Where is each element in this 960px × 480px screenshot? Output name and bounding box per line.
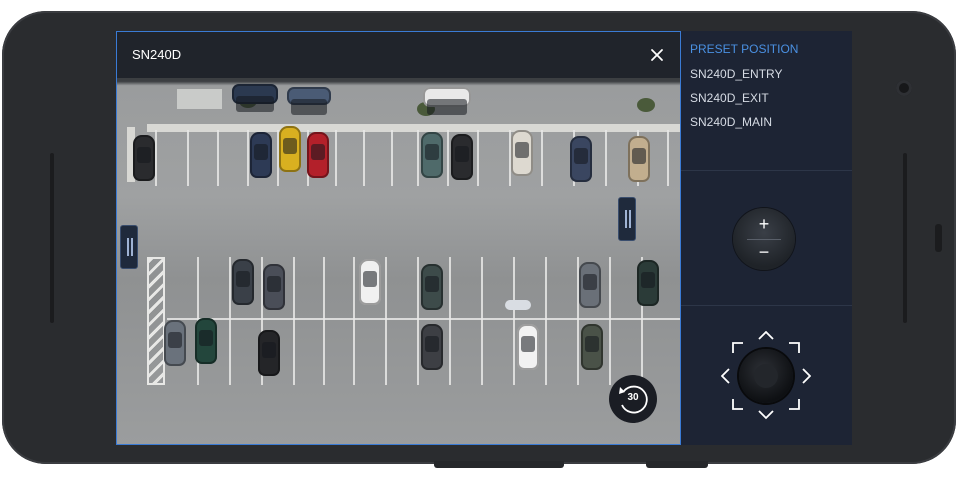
- stall-line: [541, 130, 543, 186]
- tree: [637, 98, 655, 112]
- stall-line: [247, 130, 249, 186]
- lane-line: [167, 318, 680, 320]
- stall-line: [187, 130, 189, 186]
- left-panel-handle[interactable]: [120, 225, 138, 269]
- stall-line: [417, 130, 419, 186]
- stall-line: [385, 257, 387, 385]
- stall-line: [605, 130, 607, 186]
- zoom-section: + −: [681, 171, 852, 306]
- phone-bottom-button: [434, 461, 564, 468]
- stall-line: [391, 130, 393, 186]
- phone-side-button-left: [50, 153, 54, 323]
- car: [628, 136, 650, 182]
- stall-line: [477, 130, 479, 186]
- car: [232, 259, 254, 305]
- stall-line: [545, 257, 547, 385]
- stall-line: [323, 257, 325, 385]
- car: [232, 84, 278, 112]
- car: [359, 259, 381, 305]
- stall-line: [353, 257, 355, 385]
- preset-section: PRESET POSITION SN240D_ENTRY SN240D_EXIT…: [681, 31, 852, 171]
- video-title-bar: [117, 32, 680, 78]
- app-screen: SN240D 30 PRESET POSITION SN240D_ENTRY S…: [116, 31, 852, 445]
- zoom-control: + −: [733, 208, 795, 270]
- close-icon[interactable]: [644, 42, 670, 68]
- preset-header: PRESET POSITION: [690, 42, 799, 56]
- phone-side-button-right: [903, 153, 907, 323]
- stall-line: [447, 130, 449, 186]
- phone-bottom-button-2: [646, 461, 708, 468]
- stall-line: [155, 130, 157, 186]
- car: [164, 320, 186, 366]
- stall-line: [229, 257, 231, 385]
- car: [263, 264, 285, 310]
- curb: [177, 89, 222, 109]
- car: [279, 126, 301, 172]
- control-panel: PRESET POSITION SN240D_ENTRY SN240D_EXIT…: [681, 31, 852, 445]
- phone-speaker: [935, 224, 942, 252]
- stall-line: [449, 257, 451, 385]
- rewind-label: 30: [627, 392, 639, 403]
- right-panel-handle[interactable]: [618, 197, 636, 241]
- zoom-in-button[interactable]: +: [733, 210, 795, 241]
- zoom-out-button[interactable]: −: [733, 239, 795, 270]
- ptz-joystick[interactable]: [721, 331, 811, 421]
- car: [421, 132, 443, 178]
- stall-line: [335, 130, 337, 186]
- car: [258, 330, 280, 376]
- car: [637, 260, 659, 306]
- joystick-knob[interactable]: [739, 349, 793, 403]
- car: [421, 324, 443, 370]
- stall-line: [481, 257, 483, 385]
- car: [570, 136, 592, 182]
- stall-line: [609, 257, 611, 385]
- car: [133, 135, 155, 181]
- stall-line: [293, 257, 295, 385]
- preset-item-main[interactable]: SN240D_MAIN: [690, 115, 772, 129]
- car: [250, 132, 272, 178]
- hatched-zone: [147, 257, 165, 385]
- car: [579, 262, 601, 308]
- car: [287, 87, 331, 115]
- light-pole: [505, 300, 531, 310]
- camera-title: SN240D: [132, 47, 182, 62]
- car: [451, 134, 473, 180]
- car: [421, 264, 443, 310]
- stall-line: [217, 130, 219, 186]
- car: [195, 318, 217, 364]
- car: [511, 130, 533, 176]
- preset-item-entry[interactable]: SN240D_ENTRY: [690, 67, 782, 81]
- stall-line: [417, 257, 419, 385]
- car: [307, 132, 329, 178]
- rewind-30-button[interactable]: 30: [609, 375, 657, 423]
- stall-line: [667, 130, 669, 186]
- phone-camera: [896, 80, 912, 96]
- car: [517, 324, 539, 370]
- preset-item-exit[interactable]: SN240D_EXIT: [690, 91, 769, 105]
- camera-video-view[interactable]: SN240D 30: [116, 31, 681, 445]
- curb-upper: [147, 124, 680, 132]
- car: [581, 324, 603, 370]
- car: [423, 87, 471, 115]
- stall-line: [363, 130, 365, 186]
- stall-line: [513, 257, 515, 385]
